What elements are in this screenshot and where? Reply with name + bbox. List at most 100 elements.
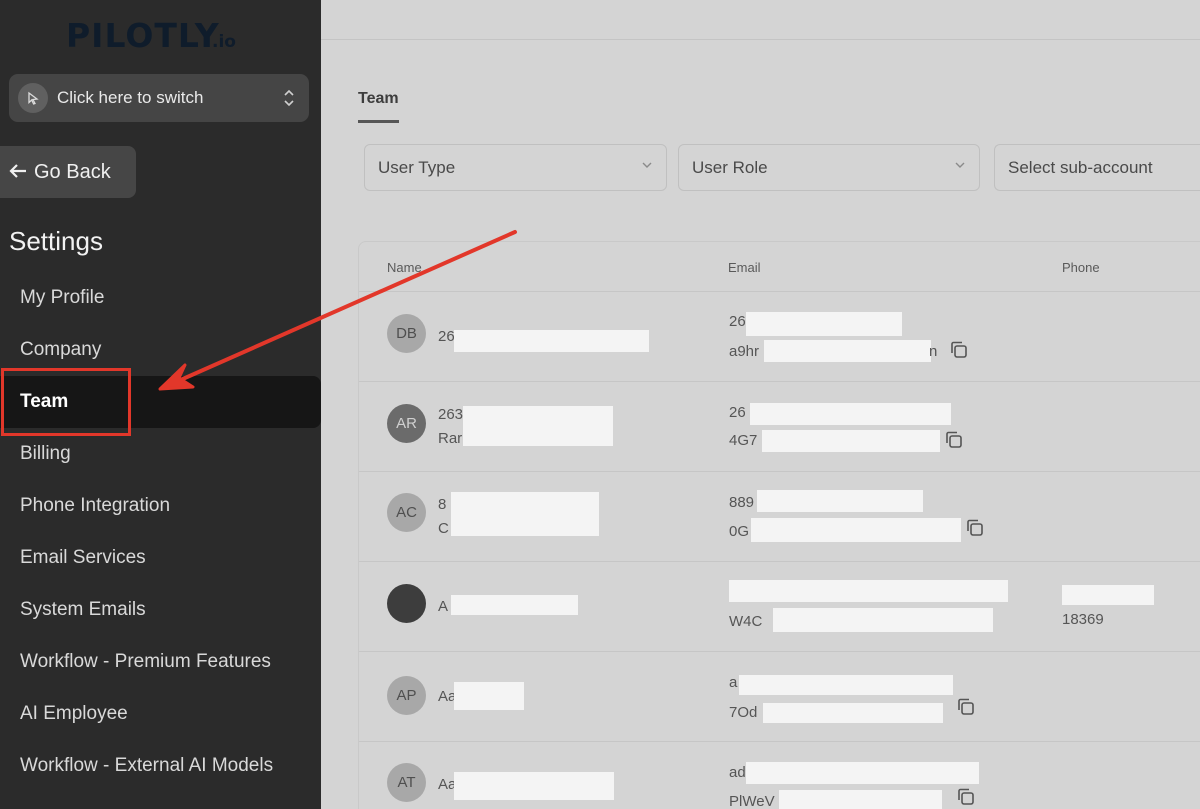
nav-item-ai-employee[interactable]: AI Employee	[0, 688, 321, 740]
member-email-secondary: a9hr	[729, 343, 760, 360]
top-bar	[321, 0, 1200, 40]
copy-icon[interactable]	[948, 339, 970, 361]
member-email-primary: 889	[729, 494, 755, 511]
switcher-label: Click here to switch	[57, 88, 204, 107]
chevron-down-icon	[641, 159, 653, 174]
column-header-phone: Phone	[1062, 260, 1100, 275]
team-table: Name Email Phone DB 26 26 a9hr n AR 263 …	[358, 241, 1200, 809]
member-email-primary: 26	[729, 404, 746, 421]
member-name: 26	[438, 328, 455, 345]
member-name-secondary: C	[438, 520, 449, 537]
go-back-label: Go Back	[34, 160, 111, 183]
copy-icon[interactable]	[955, 696, 977, 718]
copy-icon[interactable]	[964, 517, 986, 539]
avatar: DB	[387, 314, 426, 353]
redaction	[451, 595, 578, 615]
redaction	[729, 580, 1008, 602]
nav-item-billing[interactable]: Billing	[0, 428, 321, 480]
logo: PILOTLY .io	[66, 16, 246, 60]
avatar: AP	[387, 676, 426, 715]
member-email-secondary: 0G	[729, 523, 750, 540]
redaction	[763, 703, 943, 723]
copy-icon[interactable]	[943, 429, 965, 451]
table-header: Name Email Phone	[359, 242, 1200, 292]
nav-item-label: Team	[20, 391, 69, 412]
member-email-secondary: W4C	[729, 613, 763, 630]
table-row[interactable]: AT Aa ad PlWeV	[359, 742, 1200, 809]
user-type-label: User Type	[378, 157, 456, 177]
arrow-left-icon	[8, 159, 28, 185]
user-role-select[interactable]: User Role	[678, 144, 980, 191]
redaction	[451, 492, 599, 536]
column-header-email: Email	[728, 260, 761, 275]
nav-item-label: Company	[20, 339, 102, 360]
nav-item-label: Email Services	[20, 547, 146, 568]
tab-team[interactable]: Team	[358, 90, 399, 123]
member-email-primary: ad	[729, 764, 746, 781]
avatar: AC	[387, 493, 426, 532]
column-header-name: Name	[387, 260, 422, 275]
settings-title: Settings	[9, 226, 103, 256]
member-email-secondary: 4G7	[729, 432, 758, 449]
nav-item-label: Billing	[20, 443, 71, 464]
nav-item-workflow-premium[interactable]: Workflow - Premium Features	[0, 636, 321, 688]
logo-suffix: .io	[212, 32, 236, 52]
go-back-button[interactable]: Go Back	[0, 146, 136, 198]
redaction	[751, 518, 961, 542]
redaction	[762, 430, 940, 452]
nav-item-my-profile[interactable]: My Profile	[0, 272, 321, 324]
chevron-up-down-icon	[283, 87, 295, 109]
redaction	[454, 330, 649, 352]
nav-item-workflow-external-ai[interactable]: Workflow - External AI Models	[0, 740, 321, 792]
nav-item-team[interactable]: Team	[0, 376, 321, 428]
redaction	[454, 682, 524, 710]
table-row[interactable]: AP Aa a 7Od	[359, 652, 1200, 742]
member-email-secondary: PlWeV	[729, 793, 775, 809]
settings-nav: My Profile Company Team Billing Phone In…	[0, 272, 321, 792]
nav-item-system-emails[interactable]: System Emails	[0, 584, 321, 636]
nav-item-label: Workflow - Premium Features	[20, 651, 271, 672]
redaction	[757, 490, 923, 512]
sub-account-label: Select sub-account	[1008, 157, 1153, 177]
redaction	[463, 406, 613, 446]
redaction	[454, 772, 614, 800]
logo-text: PILOTLY	[66, 16, 220, 55]
account-switcher[interactable]: Click here to switch	[9, 74, 309, 122]
chevron-down-icon	[954, 159, 966, 174]
redaction	[779, 790, 942, 809]
member-phone: 18369	[1062, 611, 1104, 628]
nav-item-label: AI Employee	[20, 703, 128, 724]
sub-account-select[interactable]: Select sub-account	[994, 144, 1200, 191]
user-type-select[interactable]: User Type	[364, 144, 667, 191]
nav-item-email-services[interactable]: Email Services	[0, 532, 321, 584]
member-email-tail: n	[929, 343, 938, 360]
member-email-secondary: 7Od	[729, 704, 758, 721]
redaction	[773, 608, 993, 632]
table-row[interactable]: A W4C 18369	[359, 562, 1200, 652]
user-role-label: User Role	[692, 157, 768, 177]
redaction	[746, 312, 902, 336]
table-row[interactable]: AC 8 C 889 0G	[359, 472, 1200, 562]
nav-item-label: Phone Integration	[20, 495, 171, 516]
main-content: Team User Type User Role Select sub-acco…	[321, 0, 1200, 809]
nav-item-phone-integration[interactable]: Phone Integration	[0, 480, 321, 532]
table-row[interactable]: AR 263 Rar 26 4G7	[359, 382, 1200, 472]
avatar: AT	[387, 763, 426, 802]
member-email-primary: 26	[729, 313, 746, 330]
copy-icon[interactable]	[955, 786, 977, 808]
avatar: AR	[387, 404, 426, 443]
sidebar: PILOTLY .io Click here to switch Go Back…	[0, 0, 321, 809]
member-name: A	[438, 598, 449, 615]
avatar	[387, 584, 426, 623]
member-name-secondary: Rar	[438, 430, 463, 447]
nav-item-label: System Emails	[20, 599, 146, 620]
redaction	[739, 675, 953, 695]
pointer-click-icon	[18, 83, 48, 113]
nav-item-company[interactable]: Company	[0, 324, 321, 376]
member-email-primary: a	[729, 674, 738, 691]
redaction	[746, 762, 979, 784]
table-row[interactable]: DB 26 26 a9hr n	[359, 292, 1200, 382]
redaction	[1062, 585, 1154, 605]
nav-item-label: My Profile	[20, 287, 105, 308]
member-name: 263	[438, 406, 464, 423]
